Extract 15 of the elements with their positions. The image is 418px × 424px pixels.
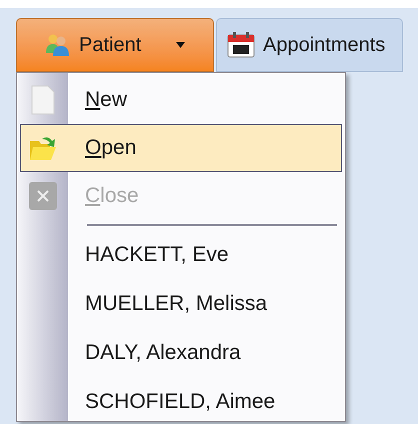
recent-patient-item[interactable]: DALY, Alexandra	[20, 328, 342, 377]
recent-patient-item[interactable]: MUELLER, Melissa	[20, 279, 342, 328]
recent-patient-item[interactable]: HACKETT, Eve	[20, 230, 342, 279]
menu-item-label: New	[85, 87, 128, 114]
calendar-icon	[227, 32, 255, 58]
menu-item-label: Open	[85, 135, 136, 162]
menu-item-label: Close	[85, 183, 139, 210]
toolbar-button[interactable]: Appointments	[216, 18, 403, 72]
menu-item[interactable]: New	[20, 76, 342, 124]
close-icon	[28, 181, 58, 211]
blank-page-icon	[30, 85, 56, 115]
toolbar-button[interactable]: Patient	[16, 18, 214, 72]
menu-item[interactable]: Open	[20, 124, 342, 172]
people-icon	[45, 33, 71, 57]
recent-patient-item[interactable]: SCHOFIELD, Aimee	[20, 377, 342, 424]
